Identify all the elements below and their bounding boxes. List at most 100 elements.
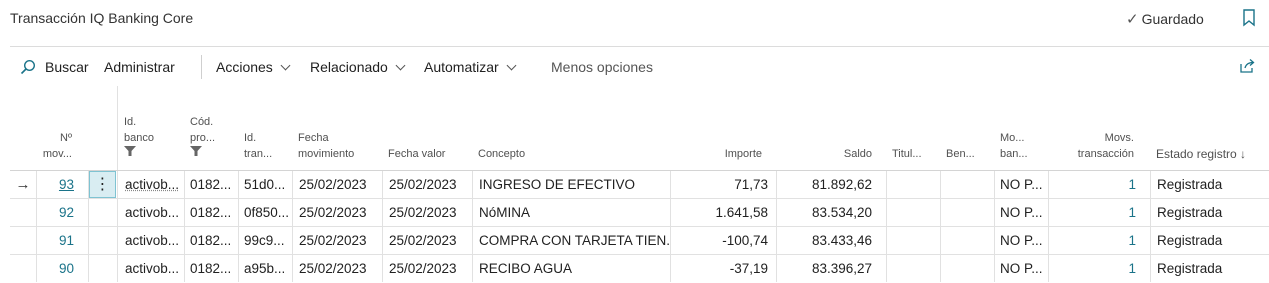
cell-concept: INGRESO DE EFECTIVO (479, 177, 636, 192)
fewer-options-button[interactable]: Menos opciones (551, 59, 653, 75)
filter-icon (124, 146, 136, 156)
cell-status: Registrada (1157, 233, 1223, 248)
col-header-bank-movement[interactable]: Mo... ban... (1000, 130, 1028, 162)
cell-value-date: 25/02/2023 (389, 177, 457, 192)
col-header-date-line1: Fecha (298, 132, 329, 144)
cell-transaction-movs-value: 1 (1128, 205, 1136, 220)
col-header-transaction-movs[interactable]: Movs. transacción (1064, 130, 1134, 162)
row-number-link[interactable]: 93 (38, 171, 74, 199)
row-number-link[interactable]: 91 (38, 227, 74, 255)
col-header-beneficiary[interactable]: Ben... (946, 146, 975, 162)
cell-amount: -37,19 (729, 261, 768, 276)
cell-transaction-movs[interactable]: 1 (1050, 199, 1136, 227)
cell-balance: 83.534,20 (811, 205, 872, 220)
related-menu[interactable]: Relacionado (310, 59, 406, 75)
column-divider (472, 171, 473, 282)
cell-bank-movement: NO P... (1000, 261, 1043, 276)
cell-bank-movement: NO P... (1000, 205, 1043, 220)
share-icon[interactable] (1239, 58, 1256, 74)
cell-status: Registrada (1157, 261, 1223, 276)
cell-balance: 81.892,62 (811, 177, 872, 192)
cell-bank-value: activob... (125, 177, 180, 192)
col-header-bank-movement-line2: ban... (1000, 148, 1028, 160)
title-bar: Transacción IQ Banking Core ✓ Guardado (0, 0, 1269, 36)
row-actions-menu-icon[interactable]: ⋮ (89, 171, 116, 198)
col-header-number-line1: Nº (60, 132, 72, 144)
cell-value-date: 25/02/2023 (389, 261, 457, 276)
col-header-date-line2: movimiento (298, 148, 355, 160)
current-row-arrow-icon: → (15, 176, 31, 193)
cell-transaction-id: a95b... (244, 261, 286, 276)
column-divider (382, 171, 383, 282)
page-title: Transacción IQ Banking Core (10, 10, 194, 26)
column-divider (670, 171, 671, 282)
col-header-transaction-id[interactable]: Id. tran... (244, 130, 272, 162)
column-divider (184, 171, 185, 282)
col-header-bank[interactable]: Id. banco (124, 114, 154, 156)
col-header-number[interactable]: Nº mov... (38, 130, 72, 162)
col-header-number-line2: mov... (42, 148, 72, 160)
column-divider (1150, 171, 1151, 282)
cell-status: Registrada (1157, 177, 1223, 192)
fewer-options-label: Menos opciones (551, 59, 653, 75)
column-divider (886, 171, 887, 282)
cell-transaction-id: 0f850... (244, 205, 290, 220)
row-number-value: 93 (58, 177, 74, 192)
col-header-transaction-id-line1: Id. (244, 132, 257, 144)
chevron-down-icon (280, 60, 291, 70)
chevron-down-icon (395, 60, 406, 70)
col-header-amount[interactable]: Importe (700, 146, 762, 162)
col-header-product[interactable]: Cód. pro... (190, 114, 215, 156)
row-number-link[interactable]: 90 (38, 255, 74, 283)
cell-bank-movement: NO P... (1000, 177, 1043, 192)
cell-product: 0182... (190, 261, 232, 276)
col-header-value-date[interactable]: Fecha valor (388, 146, 445, 162)
column-divider (1048, 171, 1049, 282)
search-button[interactable]: Buscar (20, 59, 89, 75)
col-header-status[interactable]: Estado registro ↓ (1156, 146, 1246, 162)
actions-menu[interactable]: Acciones (216, 59, 291, 75)
col-header-transaction-movs-line2: transacción (1077, 148, 1134, 160)
col-header-date[interactable]: Fecha movimiento (298, 130, 354, 162)
col-header-bank-line1: Id. (124, 116, 137, 128)
cell-amount: 1.641,58 (715, 205, 768, 220)
filter-icon (190, 146, 202, 156)
transactions-grid: Nº mov... Id. banco Cód. pro... Id. tran… (10, 86, 1269, 282)
cell-product: 0182... (190, 205, 232, 220)
column-divider (994, 171, 995, 282)
actions-label: Acciones (216, 59, 273, 75)
column-divider (292, 171, 293, 282)
automate-menu[interactable]: Automatizar (424, 59, 517, 75)
title-divider (10, 46, 1269, 47)
cell-transaction-movs[interactable]: 1 (1050, 255, 1136, 283)
row-number-link[interactable]: 92 (38, 199, 74, 227)
cell-product: 0182... (190, 233, 232, 248)
manage-button[interactable]: Administrar (104, 59, 175, 75)
cell-transaction-movs[interactable]: 1 (1050, 171, 1136, 199)
cell-date: 25/02/2023 (299, 233, 367, 248)
bookmark-icon[interactable] (1242, 9, 1256, 27)
cell-bank: activob... (125, 205, 180, 220)
col-header-bank-line2: banco (124, 132, 154, 144)
column-divider (36, 171, 37, 282)
cell-concept: NóMINA (479, 205, 531, 220)
cell-bank: activob... (125, 171, 182, 199)
column-divider (117, 86, 118, 282)
cell-transaction-id: 51d0... (244, 177, 286, 192)
column-divider (776, 171, 777, 282)
related-label: Relacionado (310, 59, 388, 75)
cell-transaction-movs-value: 1 (1128, 233, 1136, 248)
chevron-down-icon (506, 60, 517, 70)
cell-concept: RECIBO AGUA (479, 261, 573, 276)
row-number-value: 91 (58, 233, 74, 248)
cell-transaction-movs[interactable]: 1 (1050, 227, 1136, 255)
column-divider (238, 171, 239, 282)
cell-date: 25/02/2023 (299, 177, 367, 192)
cell-bank: activob... (125, 261, 180, 276)
col-header-balance[interactable]: Saldo (810, 146, 872, 162)
cell-transaction-movs-value: 1 (1128, 177, 1136, 192)
saved-label: Guardado (1141, 11, 1204, 27)
col-header-concept[interactable]: Concepto (478, 146, 525, 162)
col-header-holder[interactable]: Titul... (892, 146, 922, 162)
cell-status: Registrada (1157, 205, 1223, 220)
